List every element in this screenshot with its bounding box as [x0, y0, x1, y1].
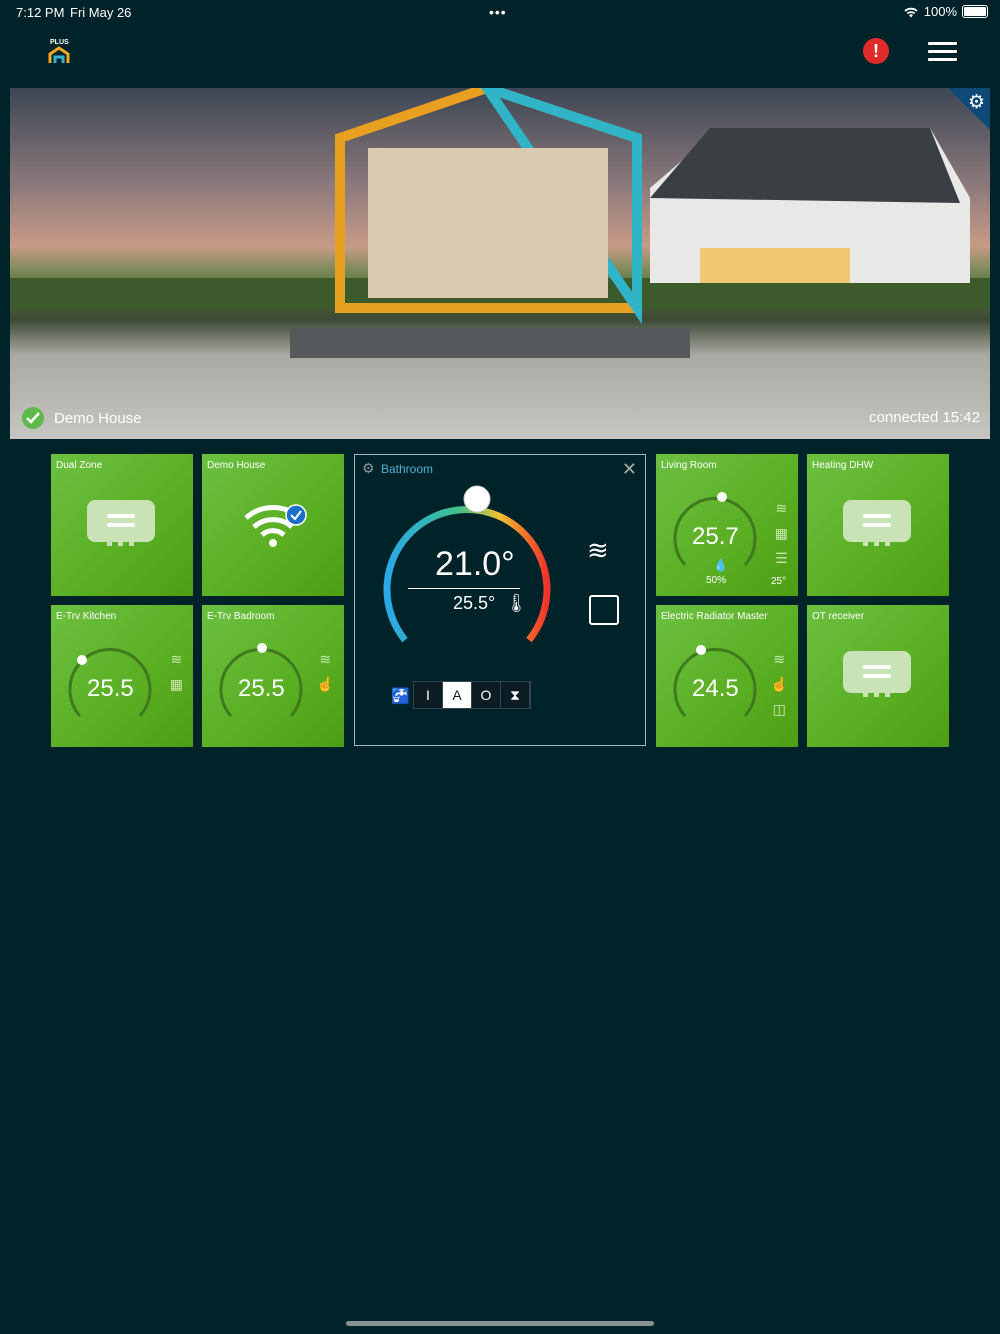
heat-icon: ≋ [319, 651, 332, 667]
tile-side-icons: ≋ ▦ [170, 651, 183, 693]
room-temperature: 25.5° [453, 593, 496, 613]
wifi-icon [904, 7, 918, 17]
connection-status: connected 15:42 [869, 409, 980, 426]
gateway-icon [87, 500, 155, 546]
logo-icon: PLUS [48, 39, 72, 69]
room-temperature: 25.5 [238, 675, 285, 702]
check-icon [22, 407, 44, 429]
gateway-icon [843, 500, 911, 546]
mode-timer[interactable]: ⧗ [501, 682, 530, 708]
calendar-icon[interactable] [589, 595, 619, 625]
house-hero-image: ⚙ Demo House connected 15:42 [10, 88, 990, 439]
battery-percent: 100% [923, 4, 957, 19]
tile-title: OT receiver [812, 611, 865, 622]
menu-icon[interactable] [928, 42, 957, 61]
heat-icon: ≋ [775, 500, 788, 516]
thermometer-icon: 🌡 [505, 593, 528, 613]
mode-auto[interactable]: A [443, 682, 472, 708]
heat-icon[interactable]: ≋ [587, 535, 609, 566]
drop-icon: 💧 [713, 558, 728, 572]
calendar-icon: ▦ [169, 676, 183, 692]
wifi-icon [244, 504, 307, 547]
tile-dual-zone[interactable]: Dual Zone [51, 454, 193, 596]
room-temperature: 24.5 [692, 675, 739, 702]
tile-demo-house[interactable]: Demo House [202, 454, 344, 596]
heat-icon: ≋ [773, 651, 786, 667]
mode-selector[interactable]: I A O ⧗ [413, 681, 531, 709]
multitask-dots[interactable]: ••• [489, 4, 507, 20]
floor-temperature: 25° [771, 576, 787, 587]
dial-knob [257, 643, 267, 653]
bathroom-control-panel: ⚙ Bathroom ✕ 21.0° 25.5° 🌡 ≋ 🚰 I A O ⧗ [354, 454, 646, 746]
dial-knob [77, 655, 87, 665]
calendar-icon: ▦ [774, 525, 788, 541]
window-icon: ◫ [772, 701, 786, 717]
house-status[interactable]: Demo House [22, 407, 142, 429]
tile-living-room[interactable]: Living Room 25.7 💧 50% ≋ ▦ ☰ 25° [656, 454, 798, 596]
home-indicator[interactable] [346, 1321, 654, 1326]
tile-title: E-Trv Badroom [207, 611, 275, 622]
status-date: Fri May 26 [70, 5, 132, 20]
room-temperature: 25.7 [692, 523, 739, 550]
dial-knob [717, 492, 727, 502]
app-bar: PLUS ! [0, 30, 1000, 80]
setpoint-temperature: 21.0° [435, 545, 515, 583]
tile-heating-dhw[interactable]: Heating DHW [807, 454, 949, 596]
divider [408, 588, 520, 589]
status-right: 100% [903, 4, 988, 19]
status-bar: 7:12 PM Fri May 26 ••• 100% [0, 0, 1000, 24]
tile-side-icons: ≋ ☝ ◫ [771, 651, 788, 718]
gear-icon[interactable]: ⚙ [968, 91, 985, 114]
tile-ot-receiver[interactable]: OT receiver [807, 605, 949, 747]
tile-etrv-kitchen[interactable]: E-Trv Kitchen 25.5 ≋ ▦ [51, 605, 193, 747]
tile-side-icons: ≋ ☝ [317, 651, 334, 693]
battery-icon [962, 5, 988, 18]
tile-electric-radiator-master[interactable]: Electric Radiator Master 24.5 ≋ ☝ ◫ [656, 605, 798, 747]
panel-title: Bathroom [381, 462, 434, 476]
close-icon[interactable]: ✕ [622, 459, 637, 480]
tile-title: Living Room [661, 460, 717, 471]
room-temperature: 25.5 [87, 675, 134, 702]
hand-icon: ☝ [770, 676, 788, 692]
setpoint-knob [463, 485, 491, 513]
tile-title: Electric Radiator Master [661, 611, 768, 622]
tile-title: Dual Zone [56, 460, 103, 471]
heat-icon: ≋ [170, 651, 183, 667]
alert-icon[interactable]: ! [863, 38, 889, 64]
hand-icon: ☝ [316, 676, 334, 692]
mode-on[interactable]: I [414, 682, 443, 708]
dial-knob [696, 645, 706, 655]
mode-off[interactable]: O [472, 682, 501, 708]
house-name: Demo House [54, 409, 142, 427]
status-time: 7:12 PM [16, 5, 65, 20]
gear-icon[interactable]: ⚙ [362, 460, 375, 477]
tile-etrv-badroom[interactable]: E-Trv Badroom 25.5 ≋ ☝ [202, 605, 344, 747]
gateway-icon [843, 651, 911, 697]
logo-text: PLUS [50, 39, 69, 46]
floor-heating-icon: ☰ [775, 550, 788, 566]
tile-title: Demo House [207, 460, 266, 471]
tile-title: E-Trv Kitchen [56, 611, 117, 622]
tile-side-icons: ≋ ▦ ☰ [775, 500, 788, 567]
humidity-value: 50% [706, 575, 727, 586]
tile-title: Heating DHW [812, 460, 874, 471]
tap-icon: 🚰 [391, 688, 410, 705]
house-illustration [10, 88, 990, 358]
